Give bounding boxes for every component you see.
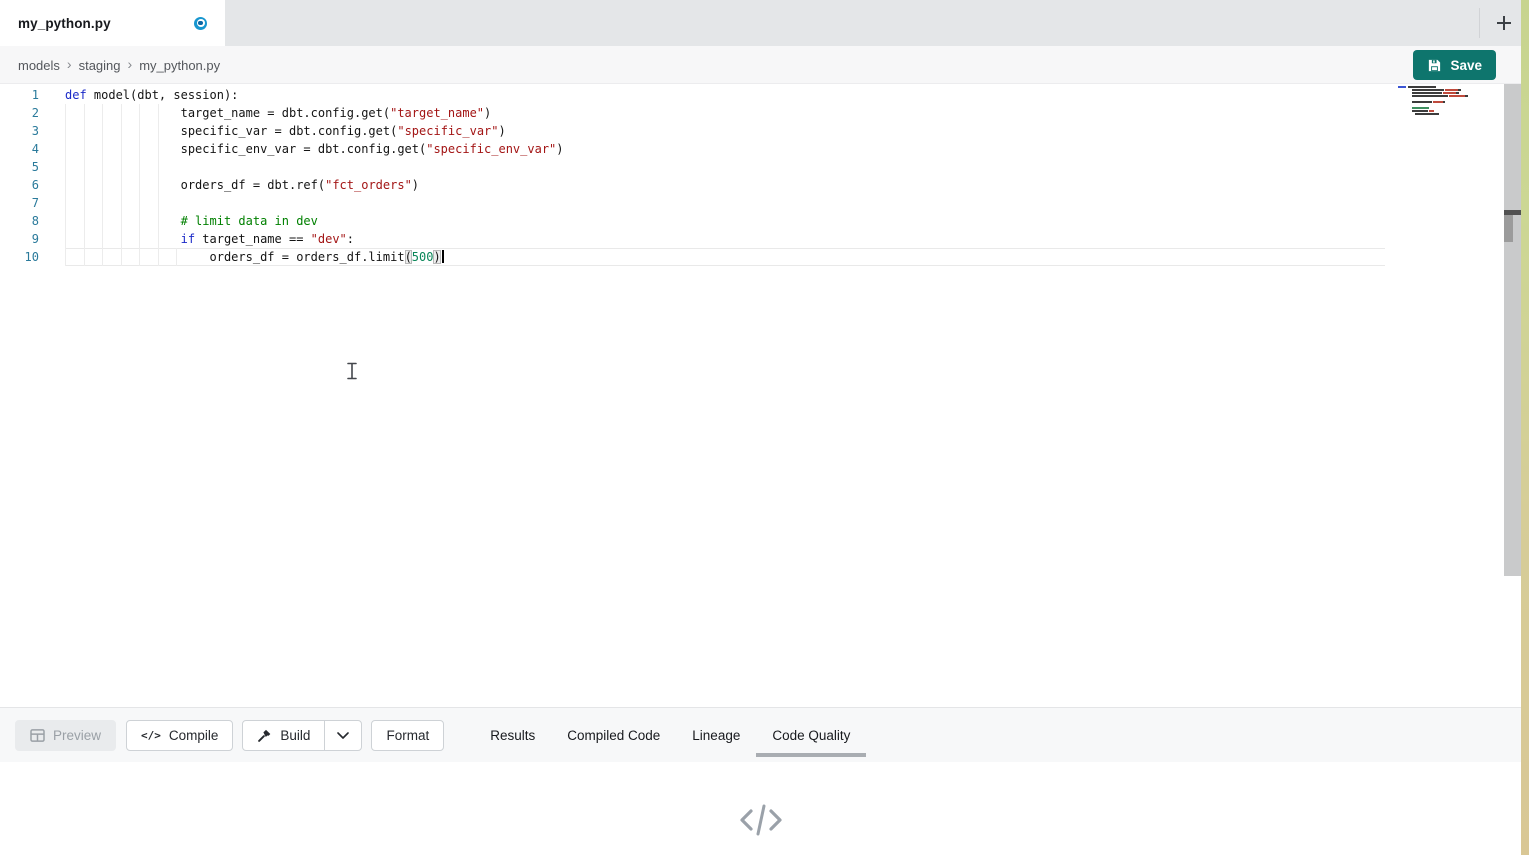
code-line: 4 specific_env_var = dbt.config.get("spe… [0,140,1504,158]
code-line: 2 target_name = dbt.config.get("target_n… [0,104,1504,122]
indent-guide [158,158,159,176]
code-line: 7 [0,194,1504,212]
line-number: 10 [0,248,39,266]
tab-results[interactable]: Results [474,708,551,762]
breadcrumb-separator-icon: › [67,56,72,72]
indent-guide [102,158,103,176]
code-line: 9 if target_name == "dev": [0,230,1504,248]
code-icon [738,802,784,838]
code-text: orders_df = dbt.ref("fct_orders") [65,176,419,194]
indent-guide [65,194,66,212]
breadcrumb-separator-icon: › [128,56,133,72]
line-number: 4 [0,140,39,158]
tab-title: my_python.py [18,16,111,31]
code-icon: </> [141,729,161,742]
code-text: def model(dbt, session): [65,86,238,104]
compile-button-label: Compile [169,728,219,743]
tab-code-quality[interactable]: Code Quality [756,708,866,762]
code-line: 10 orders_df = orders_df.limit(500) [0,248,1504,266]
dbt-ide-window: my_python.py models › staging › my_python.py… [0,0,1529,855]
code-line: 3 specific_var = dbt.config.get("specifi… [0,122,1504,140]
code-text: target_name = dbt.config.get("target_nam… [65,104,491,122]
code-line: 1 def model(dbt, session): [0,86,1504,104]
desktop-edge-strip [1521,0,1529,855]
indent-guide [139,158,140,176]
indent-guide [84,194,85,212]
scrollbar-thumb[interactable] [1504,215,1513,242]
result-tabs: ResultsCompiled CodeLineageCode Quality [474,708,866,762]
save-button-label: Save [1450,58,1482,73]
new-tab-button[interactable] [1487,6,1521,40]
indent-guide [121,158,122,176]
build-button-label: Build [280,728,310,743]
line-number: 7 [0,194,39,212]
code-text: specific_var = dbt.config.get("specific_… [65,122,506,140]
indent-guide [158,194,159,212]
mouse-ibeam-cursor [346,362,358,380]
line-number: 3 [0,122,39,140]
build-options-button[interactable] [324,720,362,751]
chevron-down-icon [337,732,349,739]
floppy-disk-icon [1427,58,1442,73]
code-text: if target_name == "dev": [65,230,354,248]
breadcrumb: models › staging › my_python.py [18,46,220,84]
plus-icon [1494,13,1514,33]
code-text: orders_df = orders_df.limit(500) [65,248,444,266]
preview-button-label: Preview [53,728,101,743]
text-caret [442,250,444,263]
code-editor[interactable]: 1def model(dbt, session):2 target_name =… [0,84,1504,707]
code-text: specific_env_var = dbt.config.get("speci… [65,140,564,158]
indent-guide [102,194,103,212]
breadcrumb-bar: models › staging › my_python.py Save [0,46,1521,84]
indent-guide [121,194,122,212]
table-icon [30,729,45,742]
tab-my-python-py[interactable]: my_python.py [0,0,225,46]
code-line: 8 # limit data in dev [0,212,1504,230]
line-number: 1 [0,86,39,104]
breadcrumb-item[interactable]: models [18,58,60,73]
editor-tab-bar: my_python.py [0,0,1521,46]
indent-guide [65,158,66,176]
code-line: 5 [0,158,1504,176]
tab-lineage[interactable]: Lineage [676,708,756,762]
format-button-label: Format [386,728,429,743]
format-button[interactable]: Format [371,720,444,751]
line-number: 5 [0,158,39,176]
vertical-scrollbar[interactable] [1504,84,1521,576]
indent-guide [84,158,85,176]
hammer-icon [257,728,272,743]
preview-button[interactable]: Preview [15,720,116,751]
unsaved-changes-dot-icon [194,17,207,30]
minimap[interactable] [1398,86,1493,116]
code-line: 6 orders_df = dbt.ref("fct_orders") [0,176,1504,194]
indent-guide [139,194,140,212]
breadcrumb-item[interactable]: staging [79,58,121,73]
results-panel [0,762,1521,855]
bottom-toolbar: Preview </> Compile Build Format Resul [0,707,1521,762]
breadcrumb-item[interactable]: my_python.py [139,58,220,73]
build-button[interactable]: Build [242,720,325,751]
save-button[interactable]: Save [1413,50,1496,80]
line-number: 2 [0,104,39,122]
line-number: 6 [0,176,39,194]
build-split-button: Build [242,720,362,751]
line-number: 8 [0,212,39,230]
code-lines: 1def model(dbt, session):2 target_name =… [0,86,1504,266]
tab-bar-divider [1479,8,1480,38]
tab-compiled-code[interactable]: Compiled Code [551,708,676,762]
line-number: 9 [0,230,39,248]
code-text: # limit data in dev [65,212,318,230]
compile-button[interactable]: </> Compile [126,720,233,751]
